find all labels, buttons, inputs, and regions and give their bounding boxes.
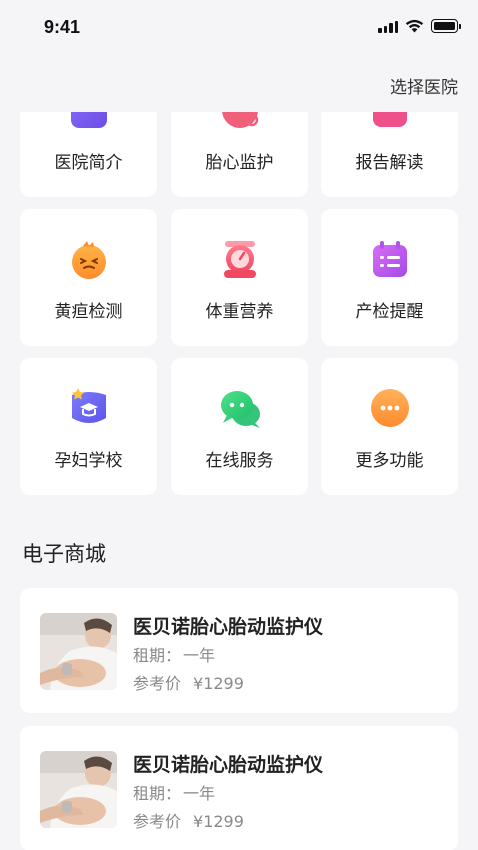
scale-icon	[218, 237, 262, 281]
price-label: 参考价	[133, 674, 182, 693]
cellular-signal-icon	[378, 19, 398, 33]
chat-icon	[218, 386, 262, 430]
menu-item-label: 胎心监护	[205, 153, 274, 173]
menu-item-weight[interactable]: 体重营养	[171, 209, 308, 346]
price-label: 参考价	[133, 812, 182, 831]
menu-item-label: 报告解读	[355, 153, 424, 173]
status-time: 9:41	[44, 17, 81, 37]
rental-period-label: 租期：	[133, 646, 182, 665]
product-card[interactable]: 医贝诺胎心胎动监护仪 租期： 一年 参考价 ¥1299	[20, 726, 458, 850]
product-rental-period: 租期： 一年	[133, 642, 215, 666]
product-image	[40, 751, 117, 828]
menu-item-label: 孕妇学校	[54, 451, 123, 471]
rental-period-value: 一年	[183, 784, 216, 803]
price-value: ¥1299	[193, 812, 244, 831]
product-rental-period: 租期： 一年	[133, 780, 215, 804]
product-card[interactable]: 医贝诺胎心胎动监护仪 租期： 一年 参考价 ¥1299	[20, 588, 458, 713]
status-icons	[378, 19, 461, 33]
rental-period-label: 租期：	[133, 784, 182, 803]
product-price: 参考价 ¥1299	[133, 670, 244, 694]
menu-item-label: 在线服务	[205, 451, 274, 471]
status-bar: 9:41	[0, 0, 478, 56]
menu-item-jaundice[interactable]: 黄疸检测	[20, 209, 157, 346]
menu-item-label: 产检提醒	[355, 302, 424, 322]
product-price: 参考价 ¥1299	[133, 808, 244, 832]
wifi-icon	[405, 19, 424, 33]
product-name: 医贝诺胎心胎动监护仪	[133, 616, 324, 638]
jaundice-icon	[67, 237, 111, 281]
menu-item-checkup-reminder[interactable]: 产检提醒	[321, 209, 458, 346]
battery-icon	[431, 19, 461, 33]
school-icon	[67, 386, 111, 430]
product-name: 医贝诺胎心胎动监护仪	[133, 754, 324, 776]
menu-item-label: 医院简介	[54, 153, 123, 173]
rental-period-value: 一年	[183, 646, 216, 665]
mall-section-title: 电子商城	[22, 542, 106, 566]
select-hospital-button[interactable]: 选择医院	[390, 73, 458, 98]
menu-item-maternity-school[interactable]: 孕妇学校	[20, 358, 157, 495]
menu-item-label: 更多功能	[355, 451, 424, 471]
more-icon	[368, 386, 412, 430]
calendar-icon	[368, 237, 412, 281]
menu-item-online-service[interactable]: 在线服务	[171, 358, 308, 495]
top-bar: 选择医院	[0, 56, 478, 112]
product-image	[40, 613, 117, 690]
menu-item-label: 体重营养	[205, 302, 274, 322]
menu-item-label: 黄疸检测	[54, 302, 123, 322]
menu-item-more[interactable]: 更多功能	[321, 358, 458, 495]
price-value: ¥1299	[193, 674, 244, 693]
